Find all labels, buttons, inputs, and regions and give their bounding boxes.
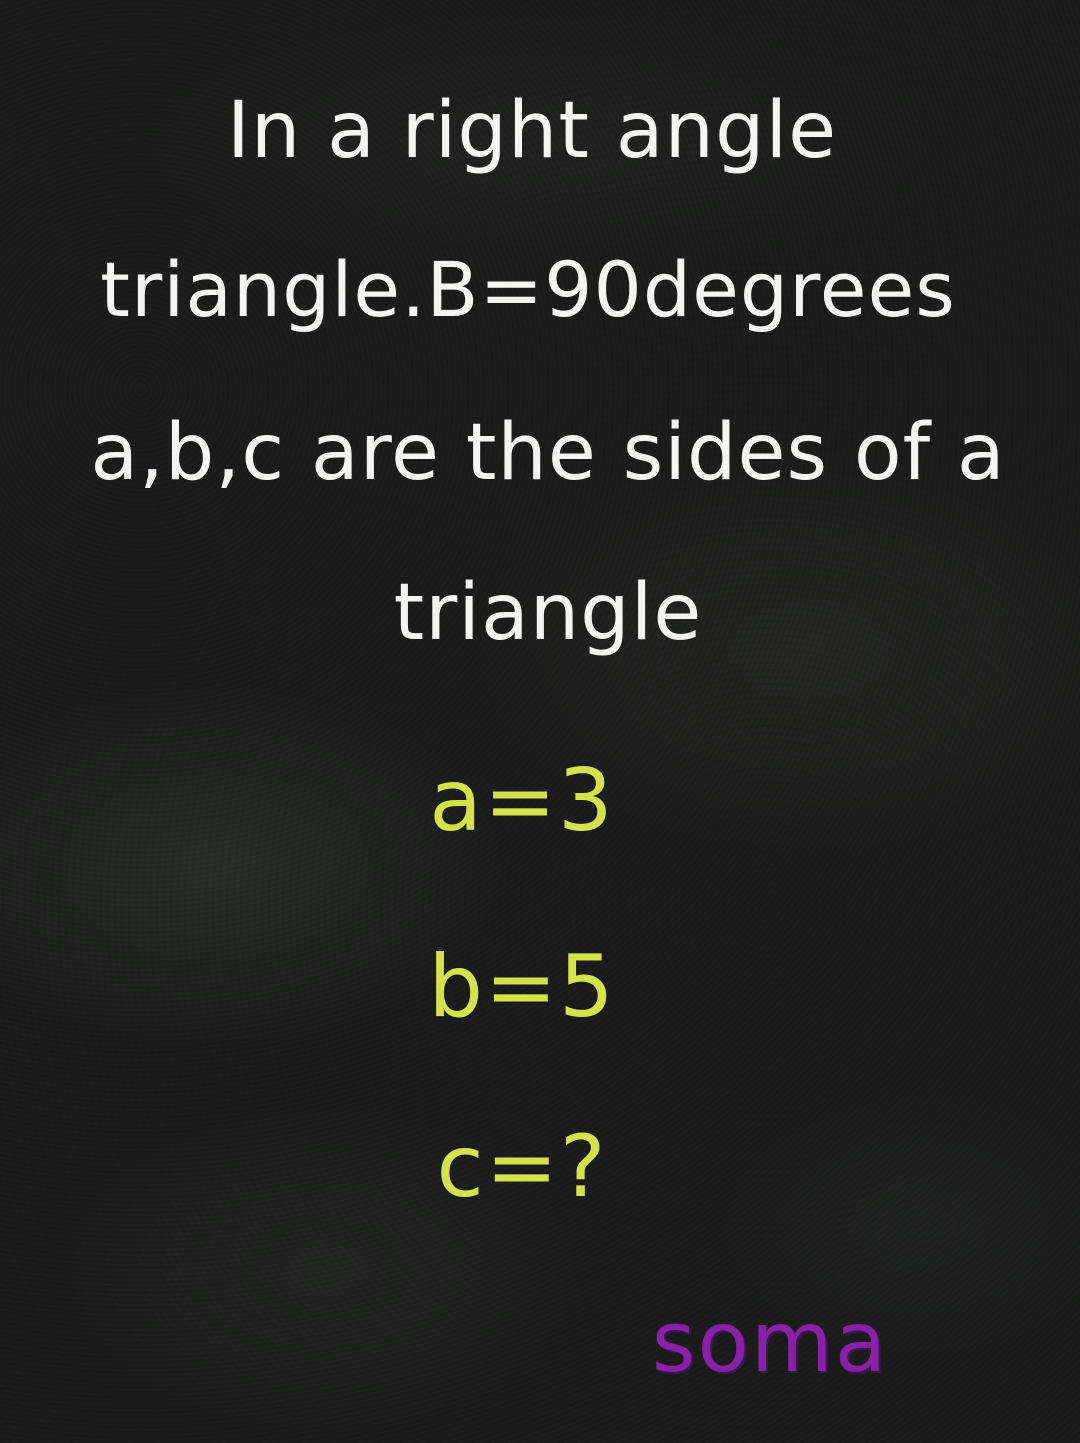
- background-texture: [0, 0, 1080, 1443]
- question-line-2: triangle.B=90degrees: [100, 245, 956, 334]
- value-b: b=5: [428, 937, 616, 1037]
- question-line-4: triangle: [393, 568, 703, 658]
- value-c: c=?: [436, 1117, 608, 1217]
- question-line-3: a,b,c are the sides of a: [90, 408, 1006, 498]
- post-canvas: In a right angle triangle.B=90degrees a,…: [0, 0, 1080, 1443]
- question-line-1: In a right angle: [226, 86, 838, 176]
- value-a: a=3: [429, 751, 615, 851]
- brand-watermark: soma: [651, 1293, 889, 1391]
